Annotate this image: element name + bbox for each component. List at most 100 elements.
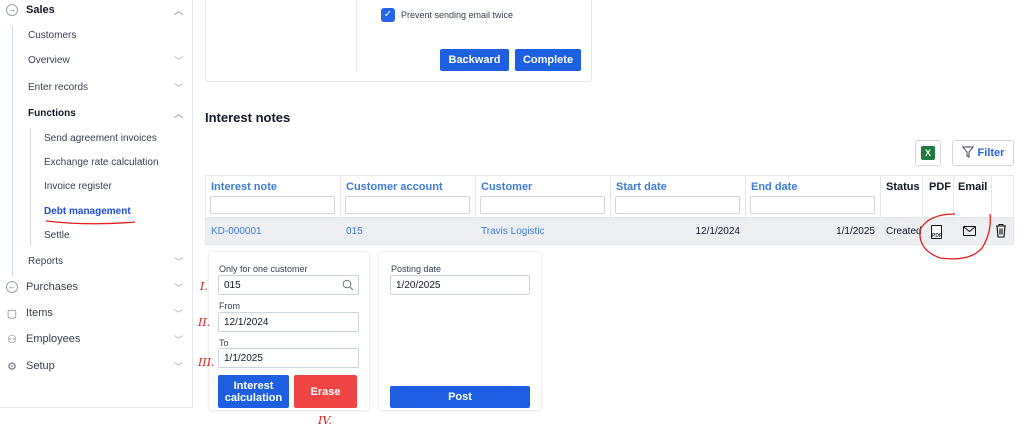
col-status: Status	[886, 181, 920, 193]
sidebar-item-label: Items	[26, 307, 53, 319]
to-label: To	[219, 338, 229, 348]
chevron-down-icon: ﹀	[173, 361, 183, 372]
sidebar-item-label: Sales	[26, 4, 55, 16]
cell-end-date: 1/1/2025	[836, 226, 875, 237]
interest-notes-table: Interest note Customer account Customer …	[205, 175, 1014, 245]
posting-date-input[interactable]: 1/20/2025	[390, 275, 530, 295]
sidebar-item-overview[interactable]: Overview ﹀	[28, 55, 193, 66]
only-one-customer-label: Only for one customer	[219, 264, 308, 274]
interest-calc-card: Only for one customer 015 From 12/1/2024…	[208, 251, 370, 411]
sidebar-item-label: Customers	[28, 30, 77, 41]
table-row[interactable]: KD-000001 015 Travis Logistic 12/1/2024 …	[206, 218, 1013, 244]
chevron-down-icon: ﹀	[173, 56, 183, 66]
sidebar-item-label: Invoice register	[44, 181, 112, 192]
cell-status: Created	[886, 226, 922, 237]
filter-customer-input[interactable]	[480, 196, 605, 214]
col-start-date[interactable]: Start date	[616, 181, 667, 193]
sidebar-item-send-agreement-invoices[interactable]: Send agreement invoices	[44, 133, 157, 144]
sidebar-subtree-line	[30, 128, 31, 246]
gear-icon: ⚙	[7, 360, 17, 373]
sidebar-item-label: Functions	[28, 108, 76, 119]
card-divider	[356, 0, 357, 71]
annotation-IV: IV.	[317, 414, 332, 427]
col-email: Email	[958, 181, 988, 193]
sidebar-item-purchases[interactable]: ← Purchases ﹀	[6, 281, 193, 293]
sidebar-item-label: Reports	[28, 256, 64, 267]
users-icon: ⚇	[7, 333, 17, 346]
sidebar-tree-line	[12, 26, 13, 276]
backward-button[interactable]: Backward	[440, 49, 509, 71]
chevron-down-icon: ﹀	[173, 308, 183, 319]
sidebar-item-customers[interactable]: Customers	[28, 30, 76, 41]
customer-search-input[interactable]: 015	[218, 275, 359, 295]
filter-label: Filter	[977, 147, 1005, 159]
section-title: Interest notes	[205, 110, 291, 125]
col-interest-note[interactable]: Interest note	[211, 181, 277, 193]
sidebar-item-label: Purchases	[26, 281, 78, 293]
excel-icon: X	[921, 146, 935, 160]
col-customer-account[interactable]: Customer account	[346, 181, 443, 193]
trash-icon[interactable]	[995, 223, 1007, 241]
sidebar-item-enter-records[interactable]: Enter records ﹀	[28, 82, 193, 93]
sidebar-item-label: Debt management	[44, 206, 131, 217]
filter-icon	[961, 146, 974, 161]
cell-interest-note[interactable]: KD-000001	[211, 226, 262, 237]
filter-customer-account-input[interactable]	[345, 196, 470, 214]
chevron-down-icon: ﹀	[173, 282, 183, 293]
sidebar-item-label: Settle	[44, 230, 70, 241]
col-end-date[interactable]: End date	[751, 181, 797, 193]
sidebar-item-invoice-register[interactable]: Invoice register	[44, 181, 112, 192]
sidebar-item-label: Enter records	[28, 82, 89, 93]
mail-icon[interactable]	[963, 226, 976, 236]
sidebar-item-reports[interactable]: Reports ﹀	[28, 256, 193, 267]
filter-start-date-input[interactable]	[615, 196, 740, 214]
cell-customer-account[interactable]: 015	[346, 226, 363, 237]
chevron-up-icon: ︿	[173, 5, 183, 16]
sidebar-bottom-divider	[0, 407, 193, 408]
sidebar-item-label: Exchange rate calculation	[44, 157, 159, 168]
sidebar-item-label: Setup	[26, 360, 55, 372]
interest-calculation-button[interactable]: Interest calculation	[218, 375, 289, 408]
chevron-down-icon: ﹀	[173, 257, 183, 267]
from-label: From	[219, 301, 240, 311]
filter-button[interactable]: Filter	[952, 140, 1014, 166]
sidebar-item-debt-management[interactable]: Debt management	[44, 206, 131, 217]
sidebar-item-items[interactable]: ▢ Items ﹀	[6, 307, 193, 320]
sidebar: → Sales ︿ Customers Overview ﹀ Enter reco…	[0, 0, 193, 407]
complete-button[interactable]: Complete	[515, 49, 581, 71]
annotation-I: I.	[199, 280, 208, 293]
box-icon: ▢	[6, 307, 18, 320]
sidebar-item-exchange-rate-calculation[interactable]: Exchange rate calculation	[44, 157, 159, 168]
erase-button[interactable]: Erase	[294, 375, 357, 408]
sidebar-item-label: Send agreement invoices	[44, 133, 157, 144]
filter-end-date-input[interactable]	[750, 196, 875, 214]
sidebar-item-functions[interactable]: Functions ︿	[28, 108, 193, 119]
cell-start-date: 12/1/2024	[695, 226, 741, 237]
sidebar-item-sales[interactable]: → Sales ︿	[6, 4, 193, 16]
prevent-email-twice-checkbox[interactable]: ✓	[381, 8, 395, 22]
sidebar-item-employees[interactable]: ⚇ Employees ﹀	[6, 333, 193, 346]
sidebar-item-label: Overview	[28, 55, 70, 66]
search-icon[interactable]	[342, 279, 354, 294]
posting-card: Posting date 1/20/2025 Post	[378, 251, 542, 411]
arrow-right-circle-icon: →	[6, 4, 18, 16]
chevron-down-icon: ﹀	[173, 83, 183, 93]
chevron-up-icon: ︿	[173, 109, 183, 119]
sidebar-item-settle[interactable]: Settle	[44, 230, 70, 241]
prevent-email-twice-label: Prevent sending email twice	[401, 10, 514, 20]
wizard-card: ✓ Prevent sending email twice Backward C…	[205, 0, 592, 82]
table-header: Interest note Customer account Customer …	[206, 176, 1013, 244]
arrow-left-circle-icon: ←	[6, 281, 18, 293]
export-excel-button[interactable]: X	[915, 140, 941, 166]
from-date-input[interactable]: 12/1/2024	[218, 312, 359, 332]
chevron-down-icon: ﹀	[173, 334, 183, 345]
cell-customer[interactable]: Travis Logistic	[481, 226, 545, 237]
post-button[interactable]: Post	[390, 386, 530, 408]
posting-date-label: Posting date	[391, 264, 442, 274]
to-date-input[interactable]: 1/1/2025	[218, 348, 359, 368]
sidebar-item-setup[interactable]: ⚙ Setup ﹀	[6, 360, 193, 373]
customer-search-value: 015	[224, 280, 241, 291]
col-customer[interactable]: Customer	[481, 181, 532, 193]
filter-interest-note-input[interactable]	[210, 196, 335, 214]
pdf-icon[interactable]: PDF	[931, 225, 942, 239]
